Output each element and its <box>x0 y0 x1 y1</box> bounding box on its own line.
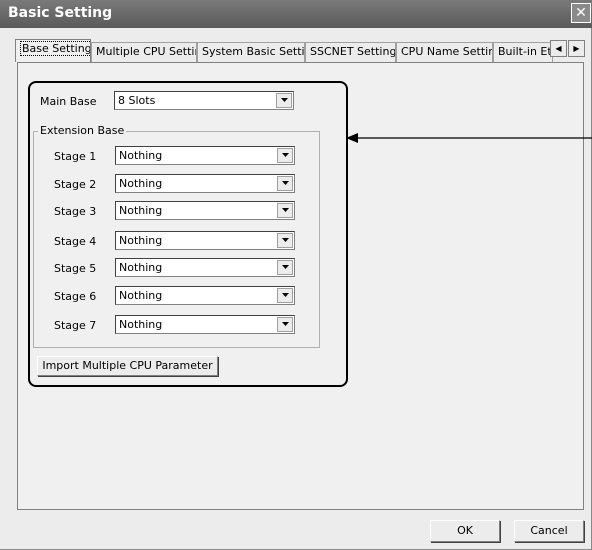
stage-7-value: Nothing <box>119 318 163 331</box>
stage-7-select[interactable]: Nothing <box>115 315 295 334</box>
stage-5-value: Nothing <box>119 261 163 274</box>
tab-base-setting[interactable]: Base Setting <box>15 39 91 62</box>
stage-6-label: Stage 6 <box>54 290 97 303</box>
close-icon[interactable]: ✕ <box>571 3 591 23</box>
window-title: Basic Setting <box>8 5 113 21</box>
chevron-down-icon[interactable] <box>277 260 293 275</box>
stage-5-label: Stage 5 <box>54 262 97 275</box>
callout-arrow-icon <box>346 133 592 143</box>
cancel-button[interactable]: Cancel <box>514 520 584 542</box>
chevron-down-icon[interactable] <box>277 233 293 248</box>
stage-2-value: Nothing <box>119 177 163 190</box>
tab-cpu-name-setting[interactable]: CPU Name Setting <box>396 42 493 62</box>
extension-base-legend: Extension Base <box>38 124 127 137</box>
tab-multiple-cpu-setting[interactable]: Multiple CPU Setting <box>91 42 197 62</box>
stage-3-value: Nothing <box>119 204 163 217</box>
stage-4-value: Nothing <box>119 234 163 247</box>
main-base-value: 8 Slots <box>118 94 156 107</box>
tab-system-basic-setting[interactable]: System Basic Setting <box>197 42 305 62</box>
ok-button[interactable]: OK <box>430 520 500 542</box>
stage-3-select[interactable]: Nothing <box>115 201 295 220</box>
stage-6-value: Nothing <box>119 289 163 302</box>
stage-7-label: Stage 7 <box>54 319 97 332</box>
stage-4-label: Stage 4 <box>54 235 97 248</box>
stage-2-select[interactable]: Nothing <box>115 174 295 193</box>
chevron-down-icon[interactable] <box>276 93 292 108</box>
title-bar[interactable]: Basic Setting ✕ <box>0 0 592 28</box>
import-multiple-cpu-parameter-button[interactable]: Import Multiple CPU Parameter <box>37 356 218 376</box>
scroll-right-icon[interactable]: ▶ <box>568 40 585 57</box>
stage-1-value: Nothing <box>119 149 163 162</box>
scroll-left-icon[interactable]: ◀ <box>550 40 567 57</box>
stage-6-select[interactable]: Nothing <box>115 286 295 305</box>
tab-label: Base Setting <box>20 41 90 56</box>
main-base-select[interactable]: 8 Slots <box>114 91 294 110</box>
tab-strip: Base Setting Multiple CPU Setting System… <box>15 39 585 62</box>
stage-3-label: Stage 3 <box>54 205 97 218</box>
chevron-down-icon[interactable] <box>277 148 293 163</box>
tab-built-in-ethernet[interactable]: Built-in Eth <box>493 42 553 62</box>
stage-1-label: Stage 1 <box>54 150 97 163</box>
tab-sscnet-setting[interactable]: SSCNET Setting <box>305 42 396 62</box>
chevron-down-icon[interactable] <box>277 203 293 218</box>
stage-4-select[interactable]: Nothing <box>115 231 295 250</box>
basic-setting-dialog: Basic Setting ✕ Base Setting Multiple CP… <box>0 0 592 550</box>
main-base-label: Main Base <box>40 95 97 108</box>
chevron-down-icon[interactable] <box>277 288 293 303</box>
chevron-down-icon[interactable] <box>277 176 293 191</box>
chevron-down-icon[interactable] <box>277 317 293 332</box>
stage-2-label: Stage 2 <box>54 178 97 191</box>
stage-1-select[interactable]: Nothing <box>115 146 295 165</box>
stage-5-select[interactable]: Nothing <box>115 258 295 277</box>
tab-scroll-arrows: ◀ ▶ <box>550 40 586 57</box>
